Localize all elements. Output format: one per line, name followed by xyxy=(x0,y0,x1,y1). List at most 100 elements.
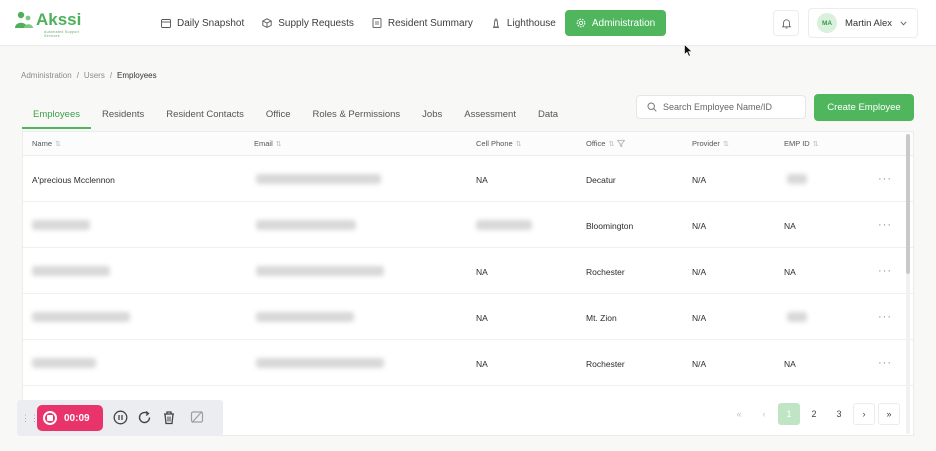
redacted-name xyxy=(32,266,110,276)
sort-icon: ⇅ xyxy=(608,140,615,148)
column-header-provider[interactable]: Provider ⇅ xyxy=(692,139,729,148)
row-actions-button[interactable]: ··· xyxy=(878,357,892,369)
breadcrumb-employees: Employees xyxy=(117,71,157,80)
sort-icon: ⇅ xyxy=(722,140,729,148)
column-label: Name xyxy=(32,139,53,148)
nav-label: Daily Snapshot xyxy=(177,17,245,29)
table-row[interactable]: NA Mt. Zion N/A ··· xyxy=(23,294,913,340)
brand-name: Akssi xyxy=(36,10,82,29)
column-header-email[interactable]: Email ⇅ xyxy=(254,139,282,148)
breadcrumb-administration[interactable]: Administration xyxy=(21,71,72,80)
employee-cell-phone: NA xyxy=(476,359,488,369)
lighthouse-icon xyxy=(492,18,499,28)
row-actions-button[interactable]: ··· xyxy=(878,219,892,231)
chevron-down-icon xyxy=(900,20,907,26)
stop-recording-button[interactable]: 00:09 xyxy=(37,405,103,431)
tab-roles-permissions[interactable]: Roles & Permissions xyxy=(302,101,412,129)
admin-tabs: Employees Residents Resident Contacts Of… xyxy=(22,101,569,129)
employee-office: Bloomington xyxy=(586,221,634,231)
next-page-button[interactable]: › xyxy=(853,403,875,425)
breadcrumb: Administration / Users / Employees xyxy=(21,71,157,80)
column-header-cell-phone[interactable]: Cell Phone ⇅ xyxy=(476,139,522,148)
notifications-button[interactable] xyxy=(773,10,799,36)
previous-page-button[interactable]: ‹ xyxy=(753,403,775,425)
top-navigation-bar: Akssi Automated Support Services Daily S… xyxy=(0,0,936,46)
scrollbar-thumb[interactable] xyxy=(906,134,910,274)
column-label: Email xyxy=(254,139,273,148)
sort-icon: ⇅ xyxy=(275,140,282,148)
tab-data[interactable]: Data xyxy=(527,101,569,129)
first-page-button[interactable]: « xyxy=(728,403,750,425)
nav-lighthouse[interactable]: Lighthouse xyxy=(482,10,565,36)
table-row[interactable]: Bloomington N/A NA ··· xyxy=(23,202,913,248)
redacted-emp-id xyxy=(787,174,807,184)
employee-name: A'precious Mcclennon xyxy=(32,175,115,185)
employee-office: Rochester xyxy=(586,267,625,277)
table-row[interactable]: NA Rochester N/A NA ··· xyxy=(23,340,913,386)
tab-employees[interactable]: Employees xyxy=(22,101,91,129)
sort-icon: ⇅ xyxy=(515,140,522,148)
camera-off-icon[interactable] xyxy=(190,410,204,424)
tab-assessment[interactable]: Assessment xyxy=(453,101,527,129)
column-label: Provider xyxy=(692,139,720,148)
nav-administration[interactable]: Administration xyxy=(564,10,667,36)
tab-jobs[interactable]: Jobs xyxy=(411,101,453,129)
page-2-button[interactable]: 2 xyxy=(803,403,825,425)
tab-resident-contacts[interactable]: Resident Contacts xyxy=(155,101,255,129)
nav-resident-summary[interactable]: Resident Summary xyxy=(363,10,482,36)
main-nav: Daily Snapshot Supply Requests Resident … xyxy=(152,10,667,36)
brand-logo[interactable]: Akssi Automated Support Services xyxy=(14,10,82,38)
row-actions-button[interactable]: ··· xyxy=(878,173,892,185)
table-header: Name ⇅ Email ⇅ Cell Phone ⇅ Office ⇅ Provide… xyxy=(23,132,913,156)
last-page-button[interactable]: » xyxy=(878,403,900,425)
pagination: « ‹ 1 2 3 › » xyxy=(728,403,900,425)
document-icon xyxy=(372,18,382,28)
redacted-email xyxy=(256,266,384,276)
sort-icon: ⇅ xyxy=(55,140,61,148)
search-input[interactable] xyxy=(663,102,793,112)
redacted-cell-phone xyxy=(476,220,532,230)
table-row[interactable]: NA Rochester N/A NA ··· xyxy=(23,248,913,294)
table-row[interactable]: A'precious Mcclennon NA Decatur N/A ··· xyxy=(23,156,913,202)
main-content: Administration / Users / Employees Emplo… xyxy=(0,47,936,451)
gear-icon xyxy=(576,18,586,28)
redacted-name xyxy=(32,220,90,230)
employee-provider: N/A xyxy=(692,267,707,277)
nav-daily-snapshot[interactable]: Daily Snapshot xyxy=(152,10,253,36)
page-3-button[interactable]: 3 xyxy=(828,403,850,425)
tab-office[interactable]: Office xyxy=(255,101,302,129)
redacted-email xyxy=(256,174,381,184)
column-header-office[interactable]: Office ⇅ xyxy=(586,139,626,148)
column-header-name[interactable]: Name ⇅ xyxy=(32,139,61,148)
create-employee-button[interactable]: Create Employee xyxy=(814,94,914,121)
trash-icon[interactable] xyxy=(162,410,176,425)
row-actions-button[interactable]: ··· xyxy=(878,265,892,277)
table-scrollbar[interactable] xyxy=(906,134,910,434)
employee-provider: N/A xyxy=(692,221,707,231)
restart-icon[interactable] xyxy=(137,410,152,425)
employee-provider: N/A xyxy=(692,313,707,323)
pause-icon[interactable] xyxy=(113,410,128,425)
column-label: EMP ID xyxy=(784,139,810,148)
mouse-cursor-icon xyxy=(684,44,693,57)
stop-icon xyxy=(43,411,57,425)
column-header-emp-id[interactable]: EMP ID ⇅ xyxy=(784,139,819,148)
user-menu[interactable]: MA Martin Alex xyxy=(808,8,918,38)
redacted-email xyxy=(256,358,384,368)
redacted-email xyxy=(256,220,356,230)
page-1-button[interactable]: 1 xyxy=(778,403,800,425)
column-label: Office xyxy=(586,139,606,148)
filter-icon[interactable] xyxy=(617,140,626,147)
breadcrumb-separator: / xyxy=(76,71,79,80)
nav-label: Supply Requests xyxy=(278,17,354,29)
employee-search[interactable] xyxy=(636,95,806,119)
employee-emp-id: NA xyxy=(784,267,796,277)
breadcrumb-users[interactable]: Users xyxy=(84,71,105,80)
user-name: Martin Alex xyxy=(845,17,892,29)
tab-residents[interactable]: Residents xyxy=(91,101,155,129)
employee-provider: N/A xyxy=(692,175,707,185)
nav-supply-requests[interactable]: Supply Requests xyxy=(253,10,363,36)
brand-tagline: Automated Support Services xyxy=(44,30,80,38)
search-icon xyxy=(647,102,657,112)
row-actions-button[interactable]: ··· xyxy=(878,311,892,323)
